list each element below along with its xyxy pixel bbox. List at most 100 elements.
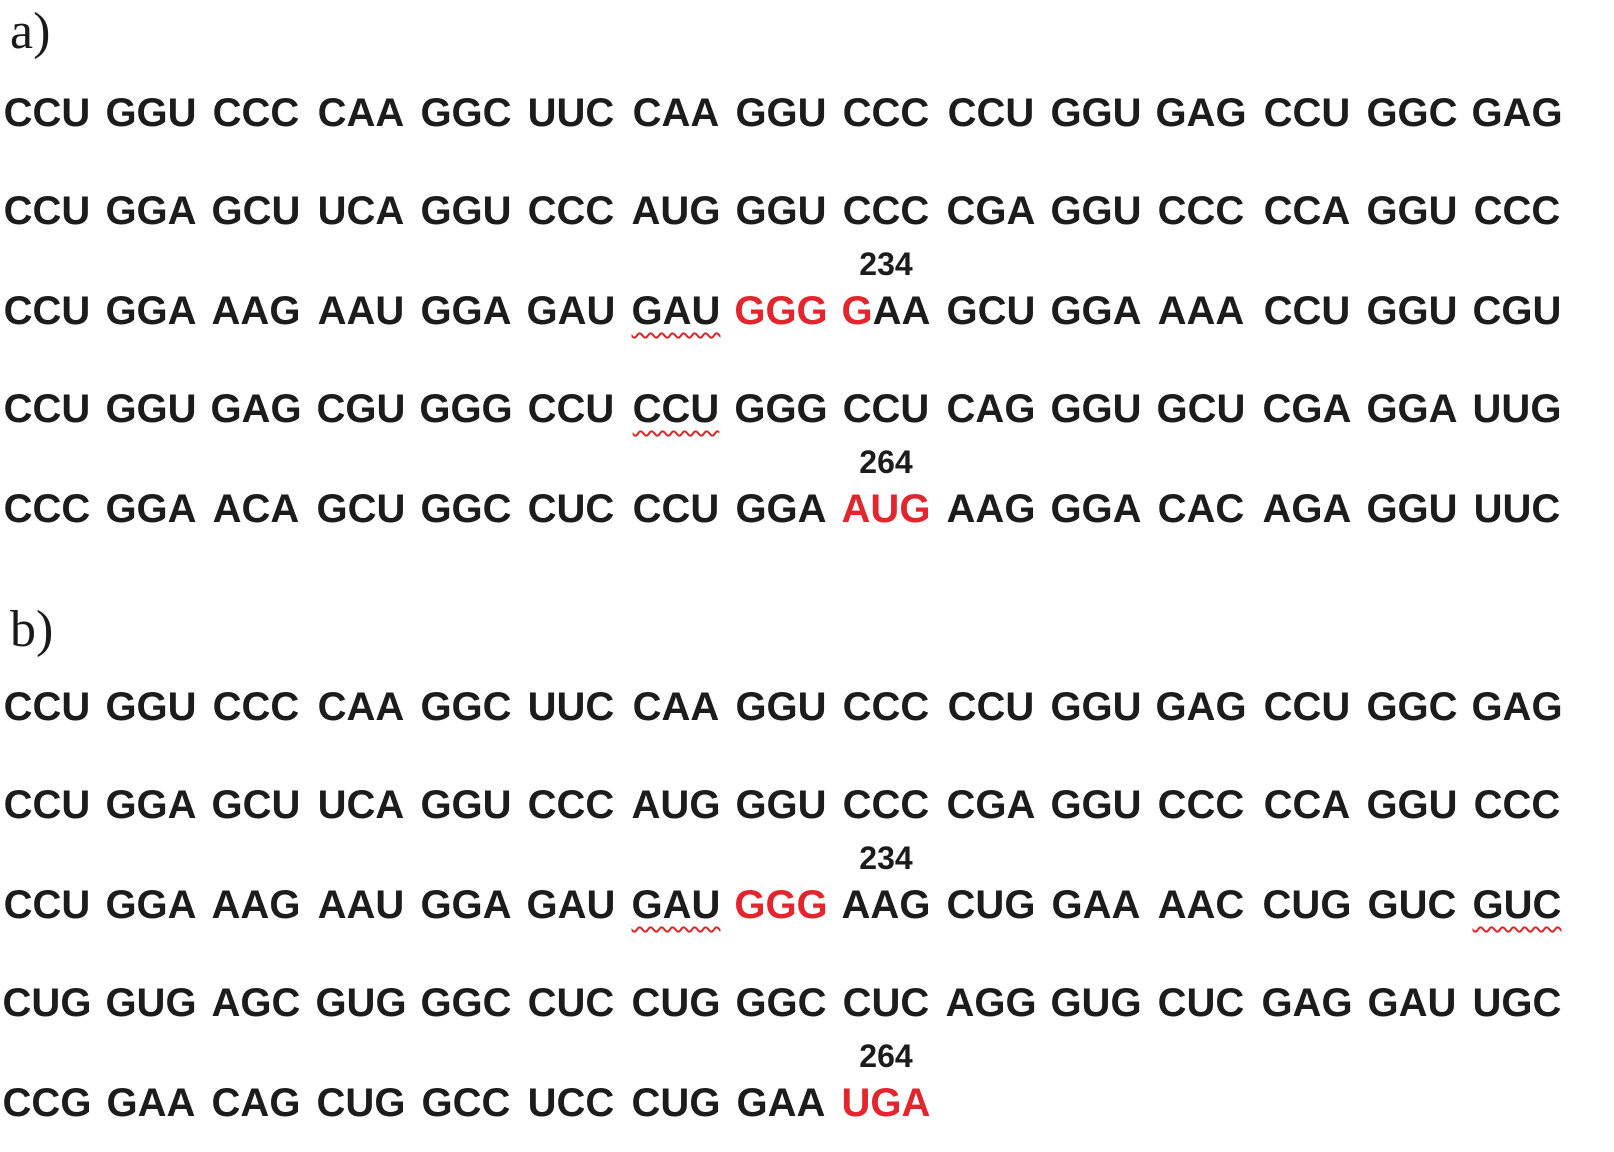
codon: CCU [632, 487, 720, 531]
highlighted-codon: GAA [841, 289, 931, 333]
codon: GGA [105, 189, 197, 233]
codon: CCU [632, 387, 720, 431]
codon: GGU [105, 387, 197, 431]
codon: GAU [1367, 981, 1457, 1025]
codon: GAG [1155, 91, 1247, 135]
position-marker: 264 [859, 1038, 913, 1074]
codon: GGU [735, 783, 827, 827]
codon: UGC [1472, 981, 1562, 1025]
codon: UUC [527, 685, 615, 729]
codon: GGA [105, 487, 197, 531]
codon: AGA [1262, 487, 1352, 531]
codon: GGC [735, 981, 827, 1025]
codon: CAG [946, 387, 1036, 431]
codon: GCU [211, 189, 301, 233]
codon: GUC [1472, 883, 1562, 927]
codon: AAU [317, 883, 405, 927]
codon: GGA [1050, 487, 1142, 531]
codon: CCU [3, 783, 91, 827]
codon: GGU [1366, 487, 1458, 531]
panel-label-a: a) [10, 3, 51, 60]
codon: GCU [1156, 387, 1246, 431]
highlighted-codon: GGG [734, 289, 828, 333]
codon: CUC [842, 981, 930, 1025]
codon: GGU [1050, 685, 1142, 729]
codon: CUG [631, 1081, 721, 1125]
codon: AAG [211, 883, 301, 927]
codon: CCC [3, 487, 91, 531]
codon: GAG [1471, 91, 1563, 135]
codon: AAU [317, 289, 405, 333]
codon: GGA [105, 783, 197, 827]
codon: CCC [1157, 189, 1245, 233]
codon: CUG [946, 883, 1036, 927]
codon-row: CCU GGU CCC CAA GGC UUC CAA GGU CCC CCU GGU GAG CCU G… [0, 88, 1614, 148]
codon-row: CCU GGA GCU UCA GGU CCC AUG GGU CCC CGA GGU CCC CCA G… [0, 186, 1614, 246]
codon: GGA [105, 289, 197, 333]
codon: CAA [632, 685, 720, 729]
codon: CCG [2, 1081, 92, 1125]
codon: UUC [1473, 487, 1561, 531]
codon: CCC [527, 783, 615, 827]
codon: UUC [527, 91, 615, 135]
codon: CCC [212, 685, 300, 729]
codon-row: CCU GGU CCC CAA GGC UUC CAA GGU CCC CCU GGU GAG CCU G… [0, 682, 1614, 742]
codon: GGU [735, 189, 827, 233]
codon: GCU [316, 487, 406, 531]
codon: CCU [3, 289, 91, 333]
codon: CCU [527, 387, 615, 431]
position-marker: 264 [859, 444, 913, 480]
codon: UCA [317, 783, 405, 827]
codon: CUG [631, 981, 721, 1025]
codon: CUG [1262, 883, 1352, 927]
codon: CUG [316, 1081, 406, 1125]
codon: CCA [1263, 189, 1351, 233]
codon: CCU [842, 387, 930, 431]
codon-row: CCC GGA ACA GCU GGC CUC CCU GGA AUG AAG GGA CAC AGA G… [0, 484, 1614, 544]
codon: GGC [420, 981, 512, 1025]
codon: CCA [1263, 783, 1351, 827]
codon: GGU [105, 91, 197, 135]
codon: CCU [1263, 91, 1351, 135]
codon: GAG [1155, 685, 1247, 729]
codon: CCU [3, 387, 91, 431]
codon: GGU [420, 189, 512, 233]
codon: UCA [317, 189, 405, 233]
codon: GGG [734, 387, 828, 431]
codon: GGA [105, 883, 197, 927]
codon: CGA [946, 189, 1036, 233]
codon: ACA [212, 487, 300, 531]
codon-row: CCG GAA CAG CUG GCC UCC CUG GAA UGA [0, 1078, 1614, 1138]
codon: AGG [945, 981, 1037, 1025]
codon: GGA [420, 289, 512, 333]
codon: CAA [317, 685, 405, 729]
codon: GGC [1366, 91, 1458, 135]
codon-row: CCU GGA GCU UCA GGU CCC AUG GGU CCC CGA GGU CCC CCA G… [0, 780, 1614, 840]
codon: GGU [1050, 91, 1142, 135]
codon: GGA [420, 883, 512, 927]
codon: AUG [631, 189, 721, 233]
codon: GGC [420, 91, 512, 135]
codon: CCU [3, 883, 91, 927]
codon: GAG [1261, 981, 1353, 1025]
codon: GGU [735, 91, 827, 135]
codon: GUC [1367, 883, 1457, 927]
codon: AAG [211, 289, 301, 333]
codon: CCC [1473, 189, 1561, 233]
codon: GAU [526, 883, 616, 927]
codon: CCU [1263, 685, 1351, 729]
codon: GUG [105, 981, 197, 1025]
codon: GCU [946, 289, 1036, 333]
codon: AAC [1157, 883, 1245, 927]
codon: AAG [946, 487, 1036, 531]
codon: GAG [1471, 685, 1563, 729]
codon: UCC [527, 1081, 615, 1125]
codon: GGU [1050, 189, 1142, 233]
codon: AAG [841, 883, 931, 927]
codon: GGU [1366, 189, 1458, 233]
position-marker: 234 [859, 840, 913, 876]
codon-row: CCU GGA AAG AAU GGA GAU GAU GGG AAG CUG GAA AAC CUG G… [0, 880, 1614, 940]
position-marker: 234 [859, 246, 913, 282]
codon: CCC [842, 685, 930, 729]
codon: GAG [210, 387, 302, 431]
